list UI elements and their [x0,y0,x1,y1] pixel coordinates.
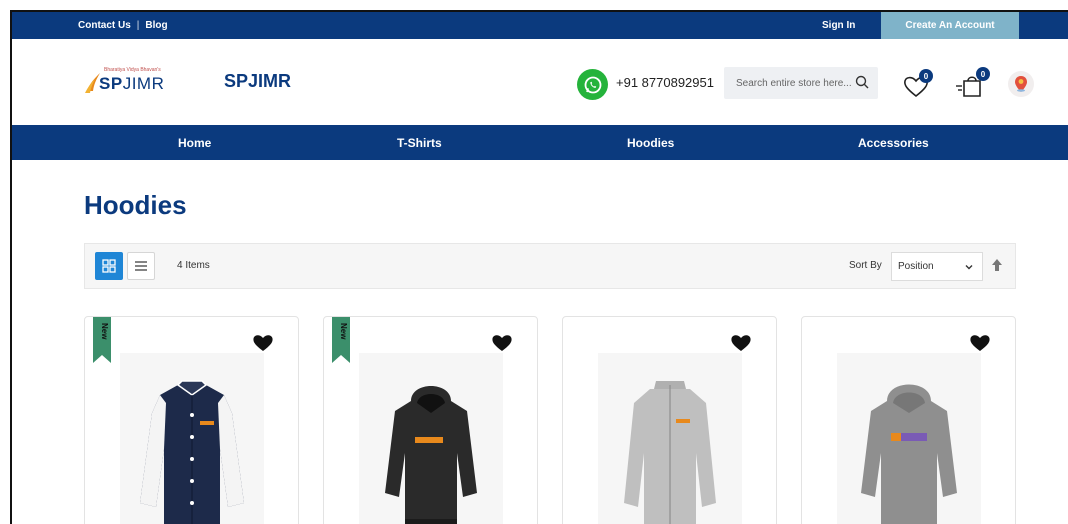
top-links-separator: | [136,20,140,31]
contact-us-link[interactable]: Contact Us [78,20,131,31]
nav-item-accessories[interactable]: Accessories [858,125,929,160]
sort-select[interactable]: Position [891,252,983,281]
product-card[interactable] [562,316,777,524]
wishlist-count-badge: 0 [919,69,933,83]
logo-tagline: Bharatiya Vidya Bhavan's [104,67,161,73]
grid-icon [102,259,116,273]
search-box [724,67,878,99]
whatsapp-icon[interactable] [577,69,608,100]
listing-toolbar: 4 Items Sort By Position [84,243,1016,289]
heart-icon[interactable] [491,333,513,353]
grid-view-button[interactable] [95,252,123,280]
top-utility-bar: Contact Us | Blog Sign In Create An Acco… [12,12,1068,39]
product-card[interactable]: New [84,316,299,524]
item-count: 4 Items [177,260,210,271]
new-ribbon-text: New [100,323,109,340]
wishlist-button[interactable]: 0 [903,69,933,99]
main-nav: Home T-Shirts Hoodies Accessories [12,125,1068,160]
sort-direction-arrow-icon[interactable] [991,258,1003,272]
product-image-varsity-jacket[interactable] [119,353,264,524]
sort-by-label: Sort By [849,260,882,271]
product-image-grey-zip-jacket[interactable] [597,353,742,524]
nav-item-t-shirts[interactable]: T-Shirts [397,125,442,160]
heart-icon[interactable] [969,333,991,353]
location-pin-icon[interactable] [1008,71,1034,97]
brand-name[interactable]: SPJIMR [224,71,291,92]
new-ribbon-text: New [339,323,348,340]
page-title: Hoodies [84,190,187,220]
heart-icon[interactable] [252,333,274,353]
page-frame: Contact Us | Blog Sign In Create An Acco… [10,10,1068,524]
list-view-button[interactable] [127,252,155,280]
search-icon[interactable] [855,75,869,89]
logo-wordmark: SPJIMR [99,74,164,94]
list-icon [135,261,147,271]
product-image-grey-hoodie[interactable] [836,353,981,524]
spjimr-logo[interactable]: Bharatiya Vidya Bhavan's SPJIMR [84,67,164,103]
search-input[interactable] [724,67,852,99]
blog-link[interactable]: Blog [145,20,167,31]
site-header: Bharatiya Vidya Bhavan's SPJIMR SPJIMR +… [12,39,1068,125]
create-account-button[interactable]: Create An Account [881,12,1019,39]
cart-count-badge: 0 [976,67,990,81]
sign-in-link[interactable]: Sign In [822,12,855,39]
cart-button[interactable]: 0 [954,67,990,99]
logo-sp-text: SP [99,74,123,93]
nav-item-hoodies[interactable]: Hoodies [627,125,674,160]
nav-item-home[interactable]: Home [178,125,211,160]
chevron-down-icon [965,265,973,270]
logo-jimr-text: JIMR [122,74,165,93]
heart-icon[interactable] [730,333,752,353]
product-card[interactable]: New [323,316,538,524]
top-links: Contact Us | Blog [78,12,168,39]
sort-select-value: Position [898,261,934,272]
product-card[interactable] [801,316,1016,524]
phone-number[interactable]: +91 8770892951 [616,75,714,90]
product-image-black-hoodie[interactable] [358,353,503,524]
